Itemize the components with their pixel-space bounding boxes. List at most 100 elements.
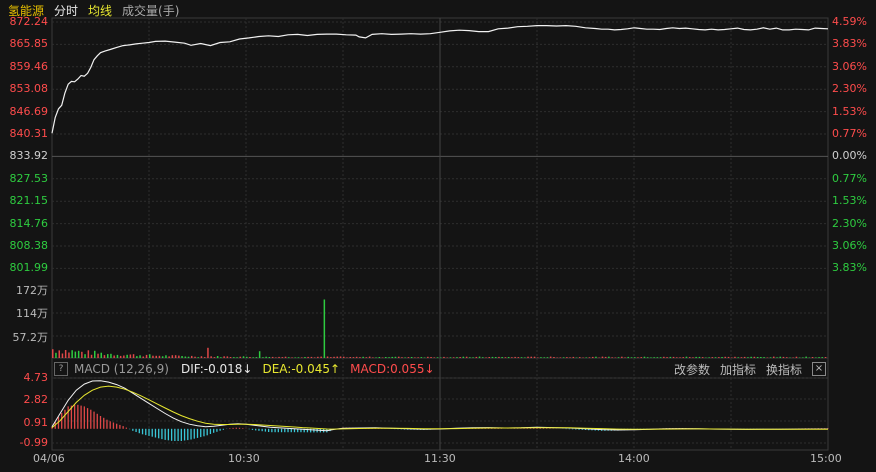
volume-bar (284, 356, 287, 358)
volume-bar (727, 356, 730, 358)
volume-bar (87, 350, 90, 358)
volume-bar (517, 357, 520, 358)
chart-canvas[interactable] (0, 0, 876, 468)
price-tick-label: 808.38 (9, 239, 49, 252)
tab-junxian[interactable]: 均线 (88, 2, 112, 19)
volume-bar (795, 356, 798, 358)
volume-bar (495, 357, 497, 358)
macd-tick-label: 4.73 (23, 371, 49, 384)
volume-bar (297, 357, 300, 358)
volume-bar (617, 357, 620, 358)
volume-bar (724, 356, 726, 358)
volume-bar (394, 356, 397, 358)
volume-bar (343, 356, 345, 358)
volume-bar (663, 356, 665, 358)
volume-bar (511, 357, 513, 358)
percent-tick-label: 0.77% (832, 171, 867, 185)
volume-bar (123, 355, 125, 358)
volume-bar (462, 356, 465, 358)
volume-bar (562, 357, 565, 358)
volume-bar (388, 357, 390, 358)
volume-bar (630, 357, 633, 358)
volume-bar (792, 357, 794, 358)
volume-bar (553, 357, 555, 358)
volume-bar (614, 357, 617, 358)
volume-bar (443, 356, 445, 358)
volume-bar (401, 357, 403, 358)
volume-tick-label: 172万 (16, 284, 48, 297)
volume-bar (656, 357, 659, 358)
close-icon[interactable]: × (812, 362, 826, 376)
volume-bar (281, 357, 284, 358)
volume-bar (776, 357, 778, 358)
volume-bar (307, 356, 309, 358)
volume-bar (77, 350, 80, 358)
volume-bar (100, 352, 102, 358)
volume-bar (604, 356, 607, 358)
volume-bar (362, 356, 364, 358)
percent-tick-label: 3.06% (832, 59, 867, 73)
volume-bar (90, 354, 93, 358)
percent-tick-label: 0.77% (832, 127, 867, 140)
volume-bar (504, 357, 507, 358)
help-icon[interactable]: ? (54, 362, 68, 376)
volume-bar (55, 352, 57, 358)
volume-bar (756, 357, 759, 358)
volume-bar (220, 357, 222, 358)
switch-indicator-button[interactable]: 换指标 (766, 361, 802, 378)
volume-bar (524, 357, 526, 358)
volume-bar (119, 355, 122, 358)
percent-tick-label: 4.59% (832, 15, 867, 28)
macd-macd-value: MACD:0.055↓ (350, 362, 435, 376)
volume-bar (805, 356, 807, 358)
volume-bar (482, 357, 484, 358)
volume-bar (116, 354, 119, 358)
volume-bar (252, 357, 254, 358)
volume-bar (701, 357, 704, 358)
macd-tick-label: 0.91 (23, 416, 49, 429)
volume-bar (336, 356, 338, 358)
volume-bar (669, 356, 672, 358)
volume-bar (271, 356, 274, 358)
volume-bar (436, 357, 439, 358)
volume-bar (61, 353, 64, 358)
volume-bar (288, 357, 290, 358)
volume-bar (598, 357, 600, 358)
macd-name[interactable]: MACD (12,26,9) (74, 362, 169, 376)
volume-bar (592, 356, 594, 358)
volume-bar (472, 357, 474, 358)
volume-bar (139, 355, 141, 358)
volume-bar (718, 357, 720, 358)
volume-bar (737, 357, 739, 358)
volume-bar (731, 357, 733, 358)
volume-bar (420, 357, 423, 358)
volume-bar (97, 353, 99, 358)
volume-bar (798, 357, 801, 358)
volume-bar (750, 356, 752, 358)
volume-bar (107, 354, 109, 358)
volume-bar (174, 355, 177, 358)
volume-bar (226, 356, 229, 358)
volume-bar (627, 356, 629, 358)
percent-tick-label: 2.30% (832, 82, 867, 96)
volume-bar (491, 356, 494, 358)
volume-bar (216, 356, 219, 358)
volume-bar (278, 356, 280, 358)
add-indicator-button[interactable]: 加指标 (720, 361, 756, 378)
change-params-button[interactable]: 改参数 (674, 361, 710, 378)
intraday-chart[interactable] (0, 0, 876, 468)
volume-bar (705, 357, 707, 358)
volume-bar (815, 357, 817, 358)
volume-bar (624, 357, 626, 358)
price-tick-label: 801.99 (9, 261, 49, 275)
volume-bar (210, 356, 212, 358)
volume-bar (488, 357, 490, 358)
macd-dea-value: DEA:-0.045↑ (262, 362, 341, 376)
volume-bar (608, 356, 610, 358)
volume-bar (352, 357, 355, 358)
volume-bar (223, 356, 225, 358)
volume-bar (126, 354, 128, 358)
tab-fenshi[interactable]: 分时 (54, 2, 78, 19)
volume-bar (103, 355, 106, 358)
time-tick-label: 15:00 (810, 452, 842, 465)
